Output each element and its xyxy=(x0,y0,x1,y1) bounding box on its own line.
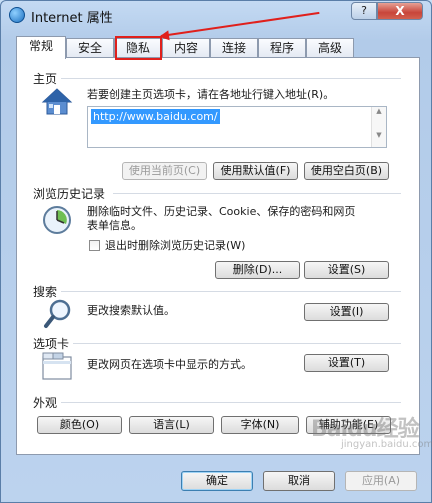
homepage-url-value: http://www.baidu.com/ xyxy=(91,109,220,124)
search-description: 更改搜索默认值。 xyxy=(87,304,175,317)
baidu-watermark-url: jingyan.baidu.com xyxy=(341,439,432,450)
use-blank-button[interactable]: 使用空白页(B) xyxy=(304,162,389,180)
tab-programs[interactable]: 程序 xyxy=(258,38,306,58)
clock-history-icon xyxy=(43,206,71,234)
tabs-description: 更改网页在选项卡中显示的方式。 xyxy=(87,358,252,371)
magnifier-icon xyxy=(44,299,71,328)
homepage-section-title: 主页 xyxy=(33,72,58,86)
tab-general[interactable]: 常规 xyxy=(16,36,66,59)
homepage-url-input[interactable]: http://www.baidu.com/ ▲ ▼ xyxy=(87,106,387,148)
tab-connections[interactable]: 连接 xyxy=(210,38,258,58)
general-tab-panel: 主页 若要创建主页选项卡，请在各地址行键入地址(R)。 http://www.b… xyxy=(16,57,420,455)
internet-explorer-icon xyxy=(9,7,25,23)
close-button[interactable]: X xyxy=(377,2,423,20)
tabs-settings-button[interactable]: 设置(T) xyxy=(304,354,389,372)
cancel-button[interactable]: 取消 xyxy=(263,471,335,491)
history-description-line1: 删除临时文件、历史记录、Cookie、保存的密码和网页 xyxy=(87,205,356,218)
use-default-button[interactable]: 使用默认值(F) xyxy=(213,162,298,180)
internet-options-window: Internet 属性 ? X 常规 安全 隐私 内容 连接 程序 高级 主页 … xyxy=(0,0,432,503)
homepage-separator xyxy=(61,78,401,79)
delete-history-button[interactable]: 删除(D)... xyxy=(215,261,300,279)
ok-button[interactable]: 确定 xyxy=(181,471,253,491)
privacy-tab-highlight xyxy=(115,36,162,60)
search-separator xyxy=(61,291,401,292)
homepage-description: 若要创建主页选项卡，请在各地址行键入地址(R)。 xyxy=(87,88,335,101)
delete-on-exit-checkbox[interactable] xyxy=(89,240,100,251)
apply-button[interactable]: 应用(A) xyxy=(345,471,417,491)
history-separator xyxy=(113,193,401,194)
history-section-title: 浏览历史记录 xyxy=(33,187,106,201)
tab-security[interactable]: 安全 xyxy=(66,38,114,58)
history-settings-button[interactable]: 设置(S) xyxy=(304,261,389,279)
appearance-separator xyxy=(61,402,401,403)
window-title: Internet 属性 xyxy=(31,11,113,26)
search-settings-button[interactable]: 设置(I) xyxy=(304,303,389,321)
tabs-separator xyxy=(73,343,401,344)
tabbed-window-icon xyxy=(42,352,72,380)
fonts-button[interactable]: 字体(N) xyxy=(221,416,299,434)
tabs-section-title: 选项卡 xyxy=(33,337,70,351)
help-button[interactable]: ? xyxy=(351,2,377,20)
tab-content[interactable]: 内容 xyxy=(162,38,210,58)
colors-button[interactable]: 颜色(O) xyxy=(37,416,122,434)
languages-button[interactable]: 语言(L) xyxy=(129,416,214,434)
use-current-button[interactable]: 使用当前页(C) xyxy=(122,162,207,180)
house-icon xyxy=(41,88,73,115)
delete-on-exit-label: 退出时删除浏览历史记录(W) xyxy=(105,239,246,252)
history-description-line2: 表单信息。 xyxy=(87,219,142,232)
appearance-section-title: 外观 xyxy=(33,396,58,410)
tab-advanced[interactable]: 高级 xyxy=(306,38,354,58)
url-scrollbar[interactable]: ▲ ▼ xyxy=(371,107,386,147)
